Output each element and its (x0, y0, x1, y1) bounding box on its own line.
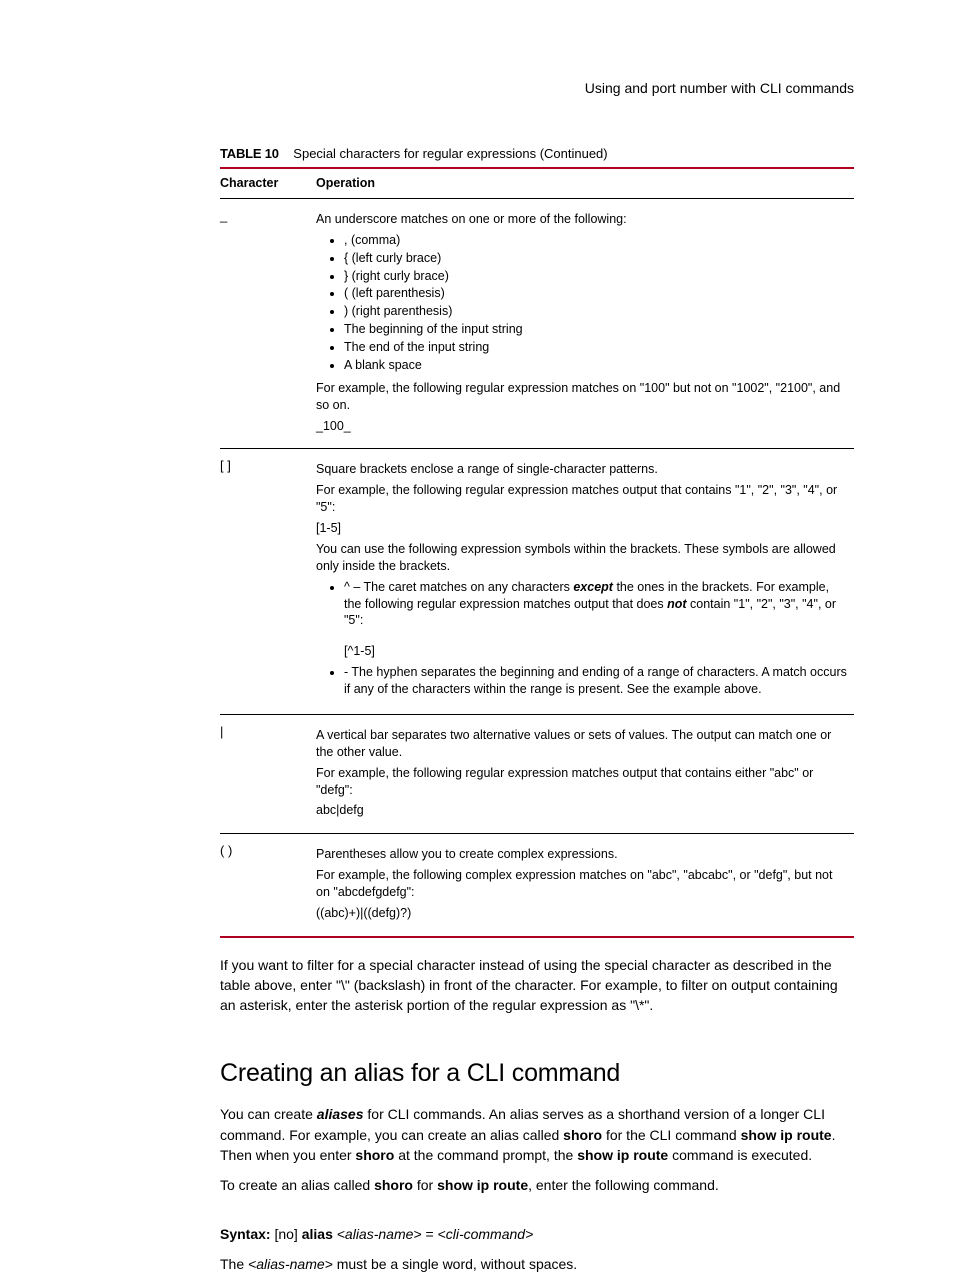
list-item: { (left curly brace) (344, 250, 848, 267)
after-table-paragraph: If you want to filter for a special char… (220, 956, 854, 1016)
table-label: TABLE 10 (220, 146, 279, 161)
op-example: _100_ (316, 418, 848, 435)
running-header: Using and port number with CLI commands (220, 80, 854, 96)
emph: except (573, 580, 613, 594)
bullet-list: , (comma) { (left curly brace) } (right … (316, 232, 848, 374)
kw: show ip route (437, 1177, 528, 1193)
table-row: ( ) Parentheses allow you to create comp… (220, 834, 854, 937)
text: [no] (271, 1226, 302, 1242)
heading-alias: Creating an alias for a CLI command (220, 1059, 854, 1088)
text: = (422, 1226, 438, 1242)
list-item: , (comma) (344, 232, 848, 249)
op-line: Parentheses allow you to create complex … (316, 846, 848, 863)
op-line: A vertical bar separates two alternative… (316, 727, 848, 761)
op-cell: Parentheses allow you to create complex … (316, 834, 854, 937)
op-lead: An underscore matches on one or more of … (316, 211, 848, 228)
op-tail: For example, the following regular expre… (316, 380, 848, 414)
kw: shoro (374, 1177, 413, 1193)
op-cell: An underscore matches on one or more of … (316, 198, 854, 449)
page: Using and port number with CLI commands … (0, 0, 954, 1235)
text: command is executed. (668, 1147, 812, 1163)
char-cell: [ ] (220, 449, 316, 715)
syntax-line: Syntax: [no] alias <alias-name> = <cli-c… (220, 1224, 854, 1244)
table-row: | A vertical bar separates two alternati… (220, 714, 854, 833)
text: ^ – The caret matches on any characters (344, 580, 573, 594)
kw: show ip route (577, 1147, 668, 1163)
kw: shoro (355, 1147, 394, 1163)
text: for (413, 1177, 437, 1193)
bullet-list: ^ – The caret matches on any characters … (316, 579, 848, 698)
text: You can create (220, 1106, 317, 1122)
op-line: For example, the following complex expre… (316, 867, 848, 901)
op-example: ((abc)+)|((defg)?) (316, 905, 848, 922)
list-item: ) (right parenthesis) (344, 303, 848, 320)
text: must be a single word, without spaces. (333, 1256, 577, 1272)
op-cell: A vertical bar separates two alternative… (316, 714, 854, 833)
arg: <alias-name> (337, 1226, 422, 1242)
char-cell: _ (220, 198, 316, 449)
list-item: - The hyphen separates the beginning and… (344, 664, 848, 698)
list-item: ( (left parenthesis) (344, 285, 848, 302)
arg: <alias-name> (248, 1256, 333, 1272)
alias-paragraph-2: To create an alias called shoro for show… (220, 1175, 854, 1195)
kw: alias (302, 1226, 333, 1242)
list-item: A blank space (344, 357, 848, 374)
list-item: } (right curly brace) (344, 268, 848, 285)
op-example: [1-5] (316, 520, 848, 537)
syntax-label: Syntax: (220, 1226, 271, 1242)
op-line: For example, the following regular expre… (316, 765, 848, 799)
text: The (220, 1256, 248, 1272)
text: for the CLI command (602, 1127, 741, 1143)
op-line: For example, the following regular expre… (316, 482, 848, 516)
list-item: The end of the input string (344, 339, 848, 356)
kw: shoro (563, 1127, 602, 1143)
op-line: You can use the following expression sym… (316, 541, 848, 575)
emph: aliases (317, 1106, 364, 1122)
regex-table: Character Operation _ An underscore matc… (220, 167, 854, 938)
op-example: abc|defg (316, 802, 848, 819)
col-character: Character (220, 168, 316, 198)
table-title: Special characters for regular expressio… (293, 146, 607, 161)
table-caption: TABLE 10 Special characters for regular … (220, 146, 854, 161)
text: To create an alias called (220, 1177, 374, 1193)
table-head-row: Character Operation (220, 168, 854, 198)
arg: <cli-command> (438, 1226, 534, 1242)
char-cell: | (220, 714, 316, 833)
text: at the command prompt, the (394, 1147, 577, 1163)
list-item: The beginning of the input string (344, 321, 848, 338)
op-example: [^1-5] (344, 643, 848, 660)
op-line: Square brackets enclose a range of singl… (316, 461, 848, 478)
list-item: ^ – The caret matches on any characters … (344, 579, 848, 661)
kw: show ip route (741, 1127, 832, 1143)
alias-paragraph-1: You can create aliases for CLI commands.… (220, 1104, 854, 1165)
char-cell: ( ) (220, 834, 316, 937)
col-operation: Operation (316, 168, 854, 198)
emph: not (667, 597, 686, 611)
table-row: [ ] Square brackets enclose a range of s… (220, 449, 854, 715)
table-row: _ An underscore matches on one or more o… (220, 198, 854, 449)
op-cell: Square brackets enclose a range of singl… (316, 449, 854, 715)
text: , enter the following command. (528, 1177, 719, 1193)
alias-paragraph-3: The <alias-name> must be a single word, … (220, 1254, 854, 1274)
